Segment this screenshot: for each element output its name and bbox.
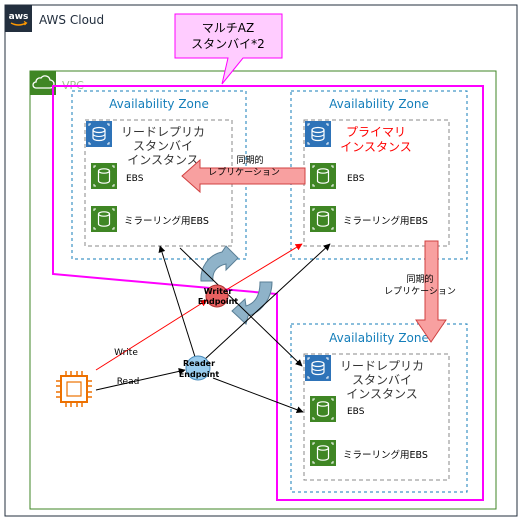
az-1-label: Availability Zone: [109, 97, 209, 111]
ebs-label-top-left: EBS: [126, 174, 144, 184]
sync-replication-v-line2: レプリケーション: [384, 286, 456, 297]
aws-logo-icon: aws: [5, 5, 32, 32]
callout-line2: スタンバイ*2: [191, 37, 265, 51]
read-replica-top-line1: リードレプリカ: [121, 125, 205, 139]
rds-icon: [305, 121, 331, 147]
mirror-ebs-label-bottom: ミラーリング用EBS: [343, 449, 428, 461]
mirror-ebs-label-primary: ミラーリング用EBS: [343, 215, 428, 227]
primary-line1: プライマリ: [346, 125, 406, 139]
failover-arrow-upper: [200, 245, 239, 282]
ebs-label-primary: EBS: [347, 174, 365, 184]
read-line: [95, 367, 186, 391]
reader-to-replica-top-line: [158, 245, 197, 361]
write-label: Write: [114, 348, 138, 358]
ebs-label-bottom: EBS: [347, 407, 365, 417]
read-replica-top-line2: スタンバイ: [133, 139, 193, 153]
mirror-ebs-icon: [91, 206, 117, 232]
ebs-icon: [91, 163, 117, 189]
read-replica-bottom-line2: スタンバイ: [352, 373, 412, 387]
ec2-instance-icon[interactable]: [56, 371, 92, 407]
read-replica-bottom-line1: リードレプリカ: [340, 359, 424, 373]
writer-endpoint-line1: Writer: [204, 287, 233, 296]
sync-replication-v-line1: 同期的: [406, 273, 433, 285]
callout-line1: マルチAZ: [202, 21, 254, 35]
az-3-label: Availability Zone: [329, 331, 429, 345]
replica-top-to-replica-bottom-line: [179, 247, 303, 367]
writer-endpoint-line2: Endpoint: [198, 297, 239, 306]
ebs-icon: [310, 396, 336, 422]
rds-icon: [305, 355, 331, 381]
read-replica-top-line3: インスタンス: [127, 153, 199, 167]
primary-line2: インスタンス: [340, 140, 412, 154]
reader-to-replica-bottom-line: [212, 377, 304, 414]
read-replica-bottom-line3: インスタンス: [346, 387, 418, 401]
reader-endpoint-line2: Endpoint: [179, 370, 220, 379]
sync-replication-h-line2: レプリケーション: [208, 167, 280, 178]
mirror-ebs-icon: [310, 440, 336, 466]
reader-endpoint-line1: Reader: [183, 359, 215, 368]
reader-endpoint[interactable]: Reader Endpoint: [179, 355, 220, 381]
writer-endpoint[interactable]: Writer Endpoint: [198, 284, 239, 308]
aws-cloud-label: AWS Cloud: [39, 13, 104, 27]
ebs-icon: [310, 163, 336, 189]
read-label: Read: [117, 377, 140, 387]
callout-multi-az-standby: マルチAZ スタンバイ*2: [174, 13, 283, 85]
rds-icon: [86, 121, 112, 147]
sync-replication-h-line1: 同期的: [236, 154, 263, 166]
mirror-ebs-icon: [310, 206, 336, 232]
mirror-ebs-label-top-left: ミラーリング用EBS: [124, 215, 209, 227]
aws-logo-text: aws: [9, 12, 29, 22]
az-2-label: Availability Zone: [329, 97, 429, 111]
